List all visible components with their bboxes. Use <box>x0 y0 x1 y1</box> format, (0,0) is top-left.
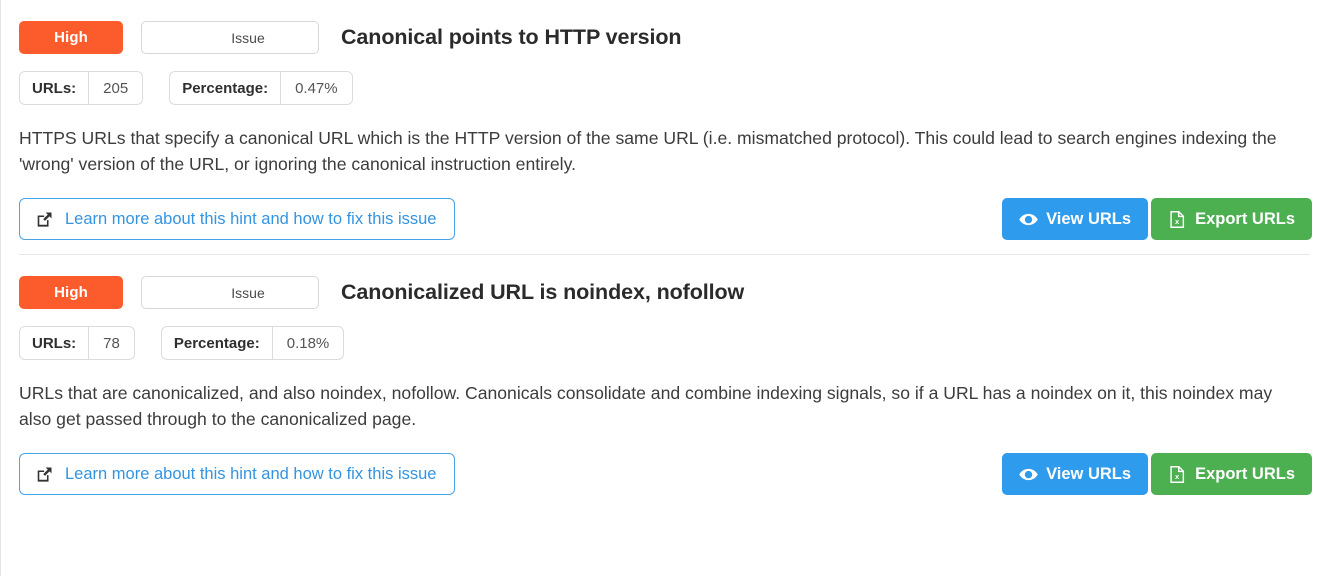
hint-description: HTTPS URLs that specify a canonical URL … <box>19 128 1277 174</box>
severity-badge[interactable]: High <box>19 276 123 309</box>
export-urls-label: Export URLs <box>1195 209 1295 228</box>
file-excel-icon: x <box>1168 210 1187 228</box>
hint-card: High Issue Canonical points to HTTP vers… <box>1 0 1330 240</box>
hint-actions: Learn more about this hint and how to fi… <box>19 177 1312 240</box>
hint-header: High Issue Canonical points to HTTP vers… <box>19 0 1312 54</box>
export-urls-button[interactable]: x Export URLs <box>1151 453 1312 495</box>
export-urls-label: Export URLs <box>1195 464 1295 483</box>
urls-metric: URLs: 78 <box>19 326 135 360</box>
percentage-metric: Percentage: 0.47% <box>169 71 353 105</box>
file-excel-icon: x <box>1168 465 1187 483</box>
external-link-icon <box>36 211 53 228</box>
hints-panel: High Issue Canonical points to HTTP vers… <box>0 0 1330 576</box>
view-urls-button[interactable]: View URLs <box>1002 453 1149 495</box>
percentage-metric-value: 0.47% <box>280 72 352 104</box>
external-link-icon <box>36 466 53 483</box>
export-urls-button[interactable]: x Export URLs <box>1151 198 1312 240</box>
hint-title: Canonicalized URL is noindex, nofollow <box>341 280 745 304</box>
view-urls-button[interactable]: View URLs <box>1002 198 1149 240</box>
svg-text:x: x <box>1175 217 1180 226</box>
severity-badge[interactable]: High <box>19 21 123 54</box>
svg-text:x: x <box>1175 472 1180 481</box>
learn-more-label: Learn more about this hint and how to fi… <box>65 209 437 228</box>
hint-actions: Learn more about this hint and how to fi… <box>19 432 1312 495</box>
urls-metric-value: 205 <box>88 72 142 104</box>
eye-icon <box>1019 466 1038 483</box>
hint-action-buttons: View URLs x Export URLs <box>1002 453 1312 495</box>
percentage-metric: Percentage: 0.18% <box>160 326 345 360</box>
eye-icon <box>1019 211 1038 228</box>
urls-metric: URLs: 205 <box>19 71 144 105</box>
hint-description: URLs that are canonicalized, and also no… <box>19 383 1273 429</box>
view-urls-label: View URLs <box>1046 209 1132 228</box>
percentage-metric-label: Percentage: <box>173 334 260 352</box>
urls-metric-label: URLs: <box>32 79 77 97</box>
learn-more-label: Learn more about this hint and how to fi… <box>65 464 437 483</box>
learn-more-button[interactable]: Learn more about this hint and how to fi… <box>19 198 456 240</box>
hint-metrics: URLs: 78 Percentage: 0.18% <box>19 309 1312 360</box>
view-urls-label: View URLs <box>1046 464 1132 483</box>
percentage-metric-label: Percentage: <box>182 79 269 97</box>
hint-type-pill[interactable]: Issue <box>141 276 319 309</box>
percentage-metric-value: 0.18% <box>271 327 344 359</box>
hint-title: Canonical points to HTTP version <box>341 25 682 49</box>
hint-type-pill[interactable]: Issue <box>141 21 319 54</box>
urls-metric-label: URLs: <box>32 334 77 352</box>
urls-metric-value: 78 <box>88 327 134 359</box>
hint-card: High Issue Canonicalized URL is noindex,… <box>1 255 1330 495</box>
hint-metrics: URLs: 205 Percentage: 0.47% <box>19 54 1312 105</box>
hint-action-buttons: View URLs x Export URLs <box>1002 198 1312 240</box>
learn-more-button[interactable]: Learn more about this hint and how to fi… <box>19 453 456 495</box>
hint-header: High Issue Canonicalized URL is noindex,… <box>19 255 1312 309</box>
